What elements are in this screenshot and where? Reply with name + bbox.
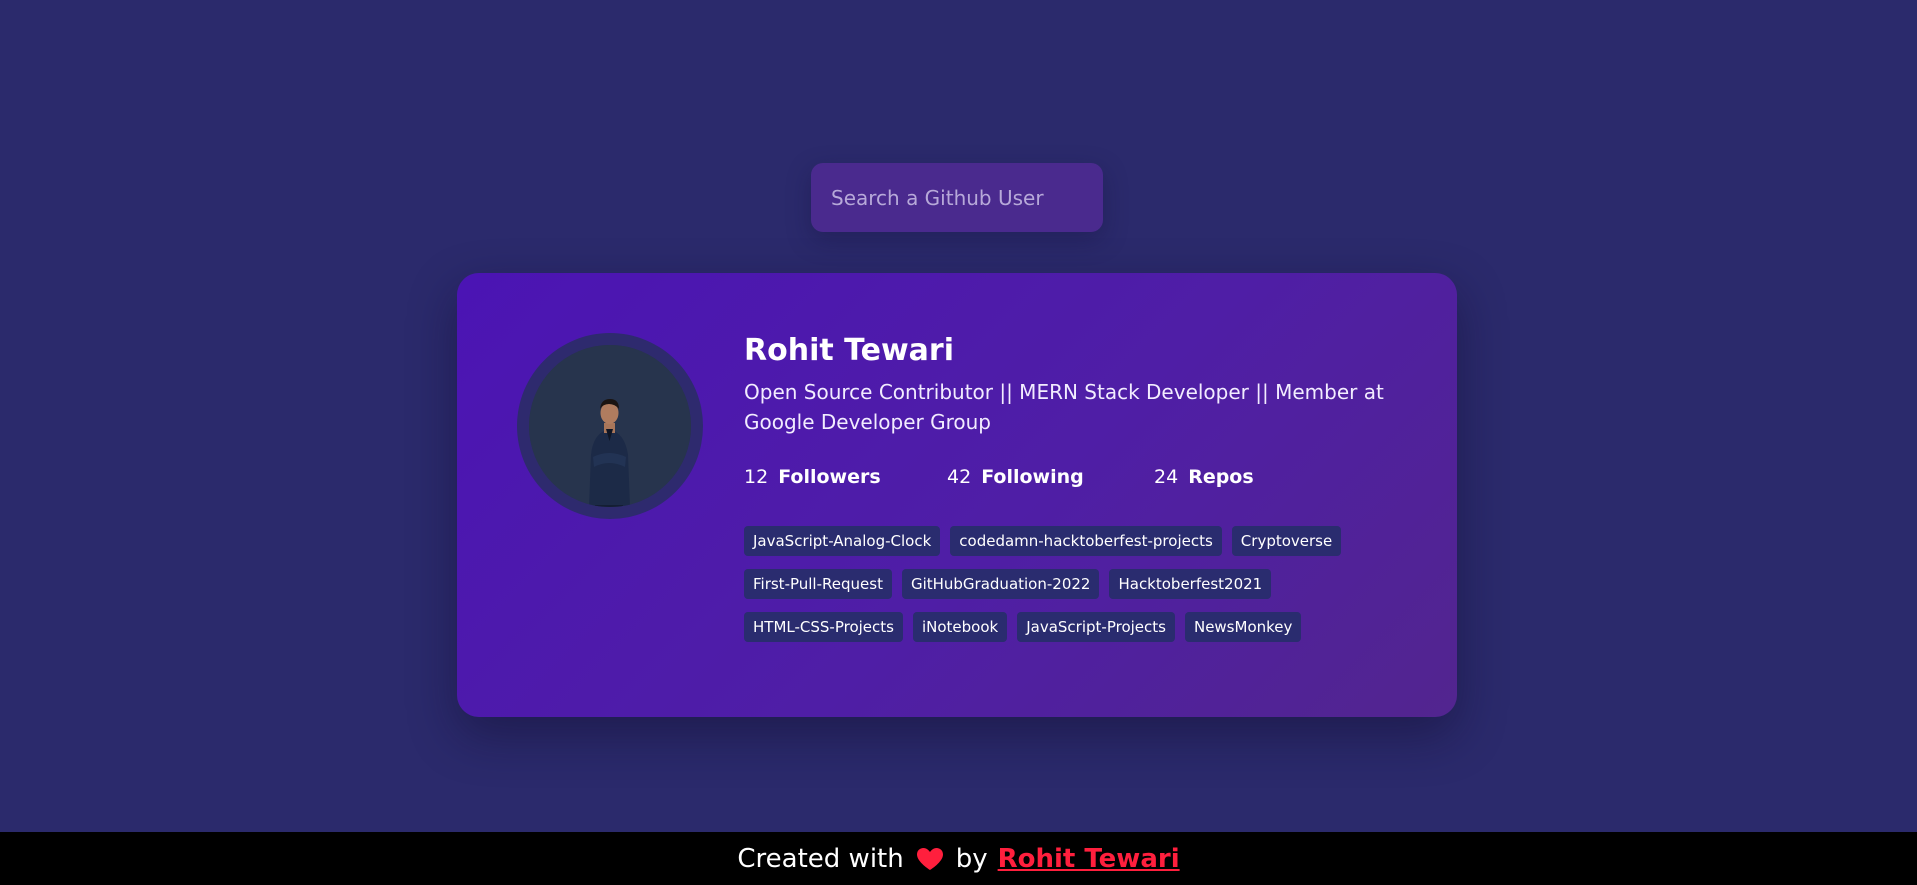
profile-card: Rohit Tewari Open Source Contributor || … xyxy=(457,273,1457,717)
footer-author-link[interactable]: Rohit Tewari xyxy=(998,844,1180,874)
footer-by: by xyxy=(955,843,988,874)
repo-badge-cryptoverse[interactable]: Cryptoverse xyxy=(1231,526,1342,556)
search-input[interactable] xyxy=(811,163,1103,232)
heart-icon xyxy=(916,847,944,871)
repo-badge-hacktoberfest2021[interactable]: Hacktoberfest2021 xyxy=(1109,569,1272,599)
stat-followers-count: 12 xyxy=(744,466,769,488)
repo-badge-javascript-projects[interactable]: JavaScript-Projects xyxy=(1017,612,1175,642)
repo-badge-newsmonkey[interactable]: NewsMonkey xyxy=(1184,612,1302,642)
profile-stats: 12 Followers 42 Following 24 Repos xyxy=(744,465,1404,489)
repo-badge-codedamn-hacktoberfest-projects[interactable]: codedamn-hacktoberfest-projects xyxy=(950,526,1222,556)
stat-repos-label: Repos xyxy=(1188,466,1254,488)
repo-badge-githubgraduation-2022[interactable]: GitHubGraduation-2022 xyxy=(901,569,1100,599)
repo-badge-html-css-projects[interactable]: HTML-CSS-Projects xyxy=(744,612,903,642)
repo-badge-first-pull-request[interactable]: First-Pull-Request xyxy=(744,569,892,599)
stat-repos: 24 Repos xyxy=(1154,465,1254,489)
stat-followers: 12 Followers xyxy=(744,465,947,489)
footer: Created with by Rohit Tewari xyxy=(0,832,1917,885)
footer-prefix: Created with xyxy=(737,843,904,874)
search-container xyxy=(811,163,1103,232)
repo-badge-javascript-analog-clock[interactable]: JavaScript-Analog-Clock xyxy=(744,526,941,556)
stat-following-label: Following xyxy=(981,466,1084,488)
stat-followers-label: Followers xyxy=(778,466,881,488)
avatar xyxy=(529,345,691,507)
stat-following: 42 Following xyxy=(947,465,1154,489)
profile-name: Rohit Tewari xyxy=(744,333,954,368)
repo-badge-inotebook[interactable]: iNotebook xyxy=(912,612,1008,642)
profile-bio: Open Source Contributor || MERN Stack De… xyxy=(744,380,1384,434)
avatar-photo xyxy=(529,345,691,507)
repo-list: JavaScript-Analog-Clock codedamn-hacktob… xyxy=(744,526,1404,642)
stat-following-count: 42 xyxy=(947,466,972,488)
avatar-ring xyxy=(517,333,703,519)
stat-repos-count: 24 xyxy=(1154,466,1179,488)
profile-info: Rohit Tewari Open Source Contributor || … xyxy=(744,333,1404,642)
